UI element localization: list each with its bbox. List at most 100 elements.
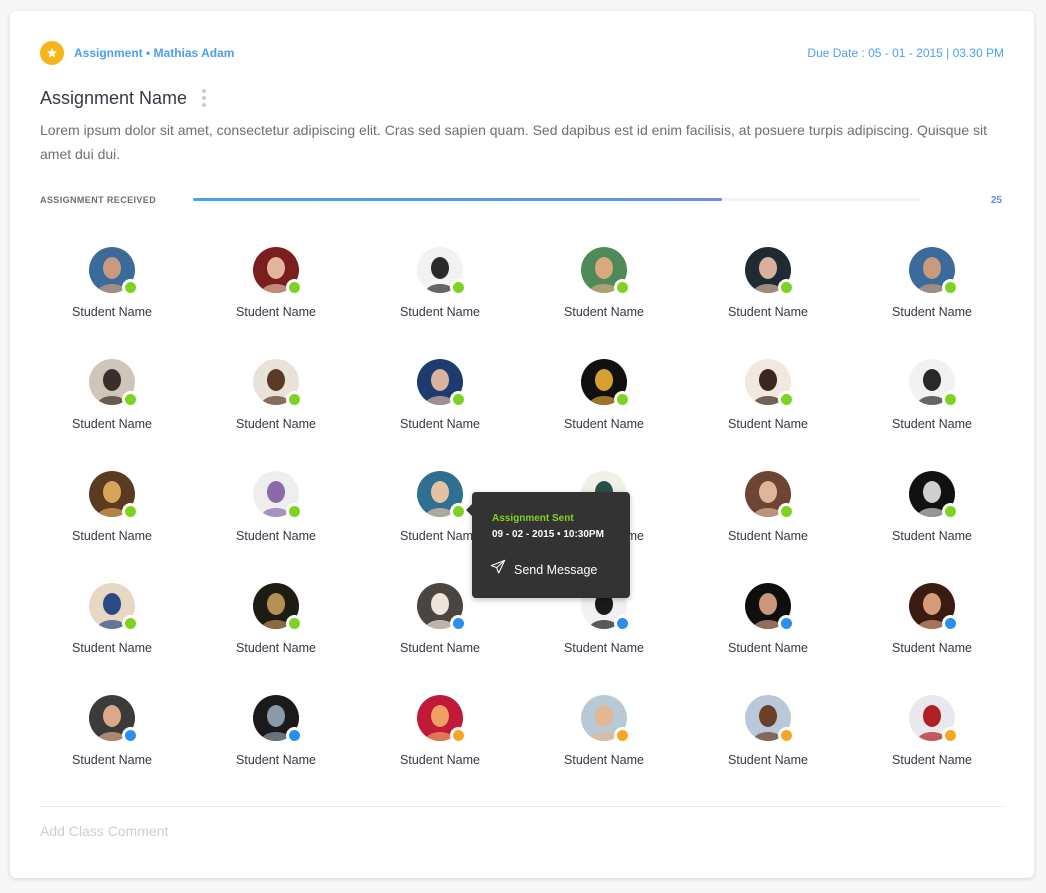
student-name: Student Name bbox=[400, 417, 480, 431]
assignment-meta-link[interactable]: Assignment • Mathias Adam bbox=[74, 46, 234, 60]
student-item[interactable]: Student Name bbox=[850, 359, 1014, 471]
status-dot-received bbox=[942, 615, 959, 632]
avatar[interactable] bbox=[89, 359, 139, 408]
avatar[interactable] bbox=[253, 695, 303, 744]
student-name: Student Name bbox=[728, 641, 808, 655]
student-name: Student Name bbox=[400, 529, 480, 543]
avatar[interactable] bbox=[89, 471, 139, 520]
avatar[interactable] bbox=[581, 247, 631, 296]
avatar[interactable] bbox=[909, 695, 959, 744]
status-dot-sent bbox=[286, 615, 303, 632]
student-item[interactable]: Student Name bbox=[850, 247, 1014, 359]
avatar[interactable] bbox=[909, 247, 959, 296]
student-name: Student Name bbox=[72, 529, 152, 543]
avatar[interactable] bbox=[909, 583, 959, 632]
student-name: Student Name bbox=[400, 753, 480, 767]
student-name: Student Name bbox=[892, 641, 972, 655]
class-comment-input[interactable] bbox=[40, 819, 1004, 843]
student-item[interactable]: Student Name bbox=[686, 359, 850, 471]
student-item[interactable]: Student Name bbox=[358, 359, 522, 471]
avatar[interactable] bbox=[745, 359, 795, 408]
student-item[interactable]: Student Name bbox=[358, 583, 522, 695]
student-name: Student Name bbox=[728, 417, 808, 431]
avatar[interactable] bbox=[253, 359, 303, 408]
student-name: Student Name bbox=[892, 305, 972, 319]
status-dot-received bbox=[122, 727, 139, 744]
avatar[interactable] bbox=[253, 247, 303, 296]
avatar[interactable] bbox=[89, 583, 139, 632]
student-item[interactable]: Student Name bbox=[194, 359, 358, 471]
student-item[interactable]: Student Name bbox=[850, 471, 1014, 583]
more-options-icon[interactable] bbox=[201, 89, 207, 107]
student-name: Student Name bbox=[728, 753, 808, 767]
student-name: Student Name bbox=[400, 305, 480, 319]
avatar[interactable] bbox=[417, 695, 467, 744]
avatar[interactable] bbox=[581, 359, 631, 408]
avatar[interactable] bbox=[417, 247, 467, 296]
student-item[interactable]: Student Name bbox=[194, 247, 358, 359]
student-item[interactable]: Student Name bbox=[30, 471, 194, 583]
student-name: Student Name bbox=[892, 753, 972, 767]
student-item[interactable]: Student Name bbox=[30, 583, 194, 695]
student-item[interactable]: Student Name bbox=[850, 583, 1014, 695]
student-item[interactable]: Student Name bbox=[686, 471, 850, 583]
avatar[interactable] bbox=[745, 695, 795, 744]
divider bbox=[40, 806, 1004, 807]
assignment-card: Assignment • Mathias Adam Due Date : 05 … bbox=[10, 11, 1034, 878]
avatar[interactable] bbox=[581, 695, 631, 744]
student-name: Student Name bbox=[72, 641, 152, 655]
student-name: Student Name bbox=[236, 305, 316, 319]
avatar[interactable] bbox=[417, 471, 467, 520]
send-message-button[interactable]: Send Message bbox=[490, 559, 597, 580]
student-name: Student Name bbox=[728, 305, 808, 319]
status-dot-received bbox=[450, 615, 467, 632]
status-dot-sent bbox=[450, 391, 467, 408]
paper-plane-icon bbox=[490, 559, 506, 580]
avatar[interactable] bbox=[253, 471, 303, 520]
student-item[interactable]: Student Name bbox=[30, 695, 194, 807]
student-name: Student Name bbox=[236, 529, 316, 543]
student-item[interactable]: Student Name bbox=[522, 695, 686, 807]
tooltip-datetime: 09 - 02 - 2015 • 10:30PM bbox=[492, 529, 604, 540]
avatar[interactable] bbox=[745, 247, 795, 296]
status-dot-sent bbox=[450, 279, 467, 296]
student-item[interactable]: Student Name bbox=[358, 247, 522, 359]
student-item[interactable]: Student Name bbox=[850, 695, 1014, 807]
avatar[interactable] bbox=[909, 359, 959, 408]
avatar[interactable] bbox=[253, 583, 303, 632]
student-name: Student Name bbox=[564, 305, 644, 319]
avatar[interactable] bbox=[909, 471, 959, 520]
student-item[interactable]: Student Name bbox=[30, 359, 194, 471]
assignment-description: Lorem ipsum dolor sit amet, consectetur … bbox=[40, 122, 988, 162]
status-dot-pending bbox=[450, 727, 467, 744]
status-dot-sent bbox=[614, 279, 631, 296]
avatar[interactable] bbox=[417, 359, 467, 408]
progress-track bbox=[193, 198, 921, 201]
student-item[interactable]: Student Name bbox=[194, 471, 358, 583]
status-dot-sent bbox=[286, 279, 303, 296]
student-item[interactable]: Student Name bbox=[686, 583, 850, 695]
student-item[interactable]: Student Name bbox=[686, 695, 850, 807]
student-item[interactable]: Student Name bbox=[194, 695, 358, 807]
avatar[interactable] bbox=[417, 583, 467, 632]
avatar[interactable] bbox=[745, 583, 795, 632]
status-dot-received bbox=[286, 727, 303, 744]
student-item[interactable]: Student Name bbox=[522, 359, 686, 471]
avatar[interactable] bbox=[89, 247, 139, 296]
avatar[interactable] bbox=[745, 471, 795, 520]
avatar[interactable] bbox=[89, 695, 139, 744]
student-tooltip: Assignment Sent 09 - 02 - 2015 • 10:30PM… bbox=[466, 492, 630, 598]
title-row: Assignment Name bbox=[40, 86, 207, 110]
student-item[interactable]: Student Name bbox=[522, 247, 686, 359]
student-item[interactable]: Student Name bbox=[686, 247, 850, 359]
student-name: Student Name bbox=[892, 529, 972, 543]
student-item[interactable]: Student Name bbox=[358, 695, 522, 807]
status-dot-sent bbox=[614, 391, 631, 408]
status-dot-sent bbox=[778, 279, 795, 296]
student-name: Student Name bbox=[892, 417, 972, 431]
student-item[interactable]: Student Name bbox=[30, 247, 194, 359]
student-item[interactable]: Student Name bbox=[194, 583, 358, 695]
student-item[interactable]: Student Name bbox=[522, 583, 686, 695]
status-dot-pending bbox=[778, 727, 795, 744]
status-dot-sent bbox=[122, 279, 139, 296]
